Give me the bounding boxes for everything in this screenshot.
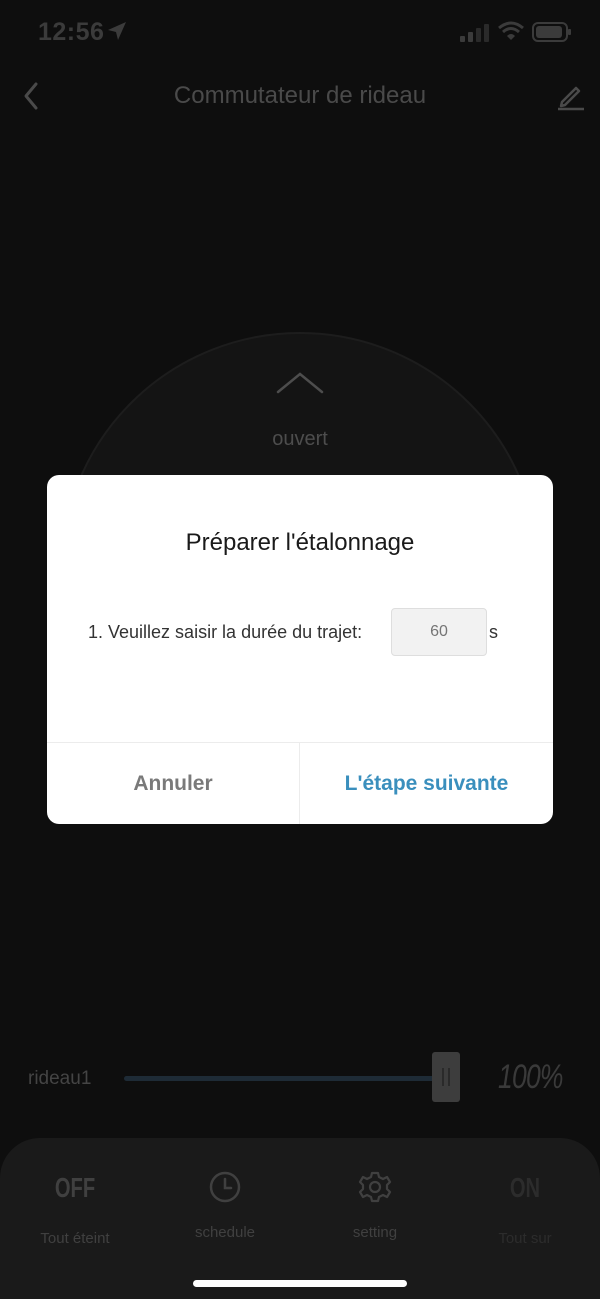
dialog-title: Préparer l'étalonnage [185,529,415,556]
travel-duration-input[interactable] [391,608,487,656]
seconds-unit-label: s [489,622,498,642]
calibration-dialog: Préparer l'étalonnage 1. Veuillez saisir… [47,475,553,824]
travel-duration-prompt: 1. Veuillez saisir la durée du trajet: [88,622,363,642]
cancel-button[interactable]: Annuler [47,743,299,824]
next-step-button[interactable]: L'étape suivante [300,743,553,824]
